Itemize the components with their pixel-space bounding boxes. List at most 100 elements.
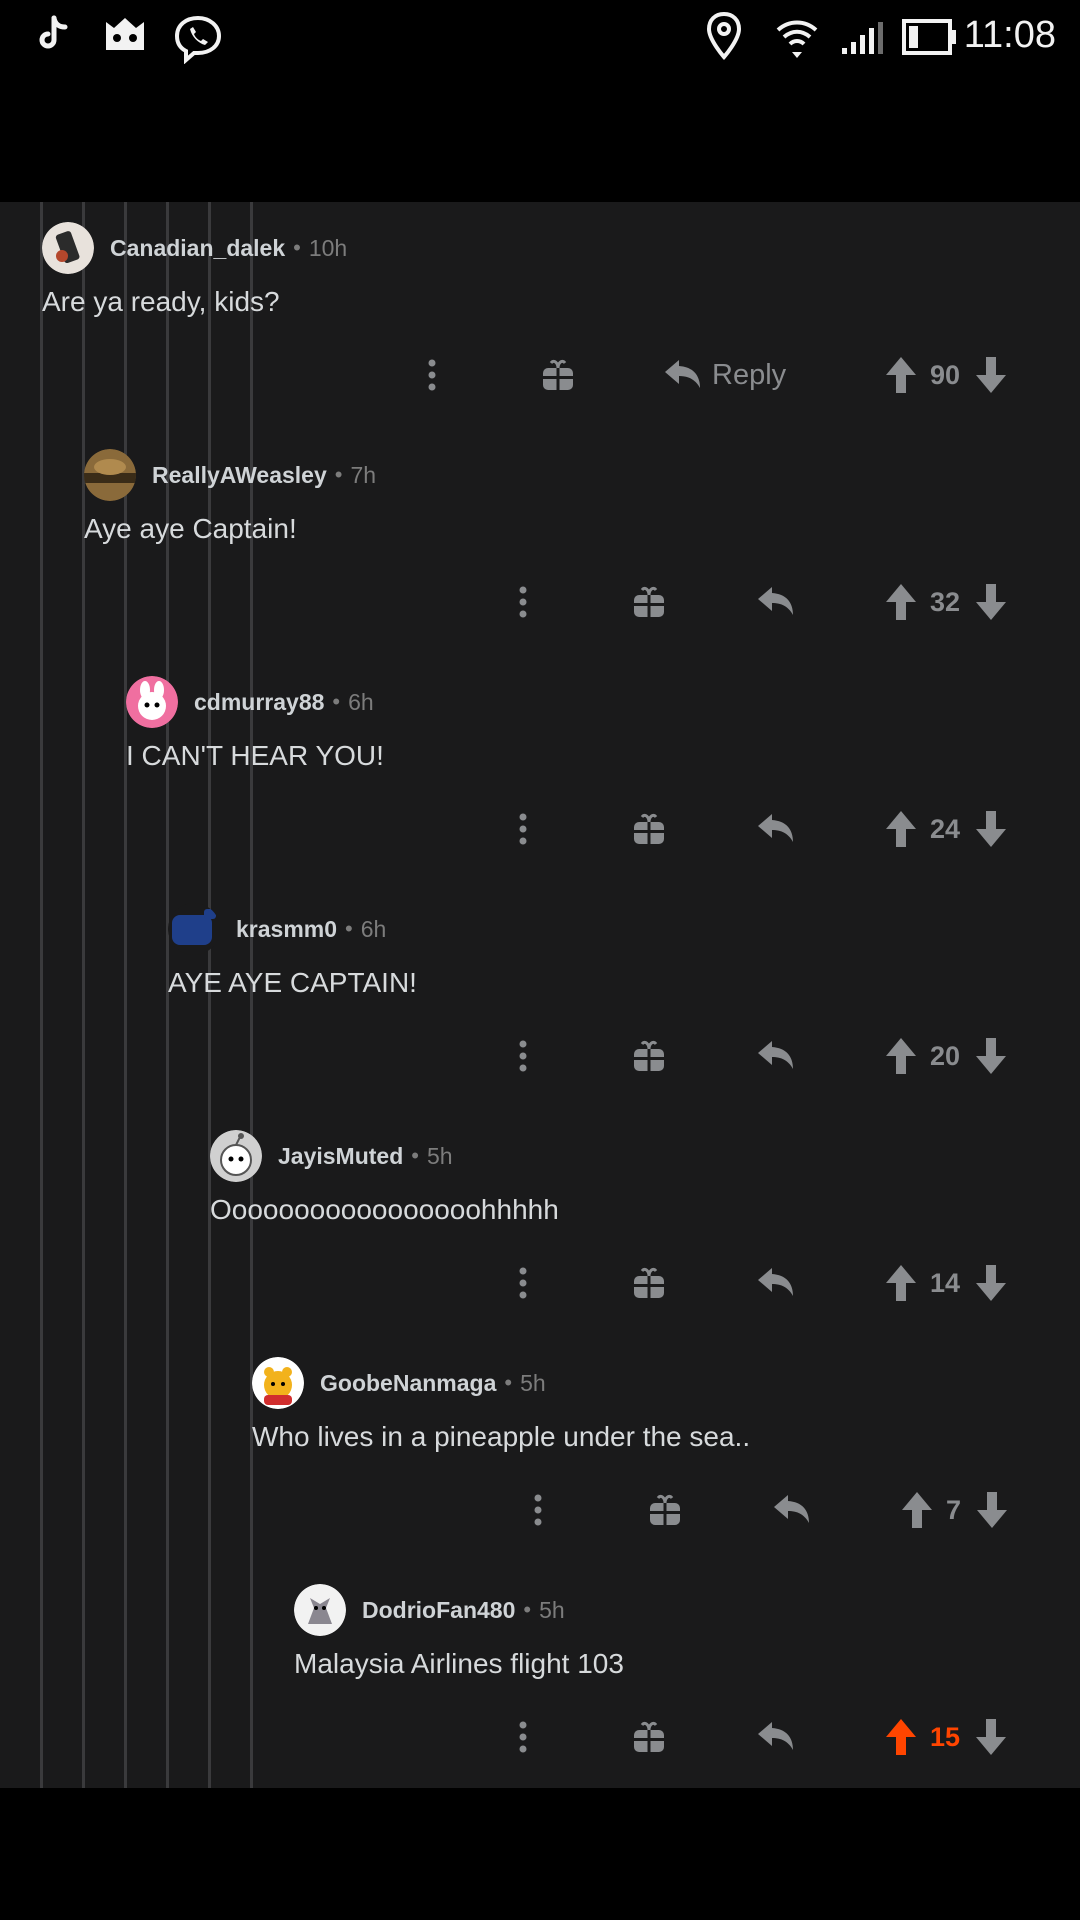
reply-icon[interactable]	[773, 1485, 811, 1535]
timestamp: 10h	[308, 234, 348, 261]
tiktok-icon	[36, 14, 70, 59]
comment-meta: ReallyAWeasley • 7h	[84, 449, 376, 501]
comment: Canadian_dalek • 10h Are ya ready, kids?…	[0, 202, 1080, 429]
upvote-arrow-icon[interactable]	[884, 1717, 918, 1757]
avatar[interactable]	[84, 449, 136, 501]
signal-icon	[840, 22, 886, 61]
vote-controls: 7	[900, 1485, 1009, 1535]
reply-button[interactable]: Reply	[664, 350, 786, 400]
comment-actions: 32	[0, 577, 1080, 627]
upvote-arrow-icon[interactable]	[900, 1490, 934, 1530]
downvote-arrow-icon[interactable]	[974, 582, 1008, 622]
downvote-arrow-icon[interactable]	[974, 1717, 1008, 1757]
comment: DodrioFan480 • 5h Malaysia Airlines flig…	[0, 1564, 1080, 1788]
comment-actions: 24	[0, 804, 1080, 854]
gift-icon[interactable]	[541, 350, 575, 400]
clock: 11:08	[963, 14, 1056, 56]
comment-meta: JayisMuted • 5h	[210, 1130, 453, 1182]
comment-actions: 14	[0, 1258, 1080, 1308]
vote-controls: 24	[884, 804, 1008, 854]
reply-icon[interactable]	[757, 804, 795, 854]
downvote-arrow-icon[interactable]	[974, 355, 1008, 395]
separator-dot: •	[293, 235, 301, 260]
upvote-arrow-icon[interactable]	[884, 1263, 918, 1303]
timestamp: 6h	[360, 915, 387, 942]
vote-count: 32	[930, 586, 961, 617]
comment-meta: GoobeNanmaga • 5h	[252, 1357, 546, 1409]
upvote-arrow-icon[interactable]	[884, 582, 918, 622]
separator-dot: •	[345, 916, 353, 941]
comment: ReallyAWeasley • 7h Aye aye Captain! 32	[0, 429, 1080, 656]
username[interactable]: GoobeNanmaga	[320, 1370, 496, 1397]
avatar[interactable]	[126, 676, 178, 728]
downvote-arrow-icon[interactable]	[974, 1036, 1008, 1076]
gift-icon[interactable]	[648, 1485, 682, 1535]
reply-icon[interactable]	[757, 1258, 795, 1308]
username[interactable]: ReallyAWeasley	[152, 462, 327, 489]
reply-icon[interactable]	[757, 577, 795, 627]
gift-icon[interactable]	[632, 1031, 666, 1081]
username[interactable]: cdmurray88	[194, 689, 324, 716]
username[interactable]: Canadian_dalek	[110, 235, 285, 262]
game-controller-icon	[100, 14, 150, 63]
more-options-icon[interactable]	[420, 350, 444, 400]
comment-meta: krasmm0 • 6h	[168, 903, 386, 955]
comment-body: AYE AYE CAPTAIN!	[168, 967, 417, 998]
vote-controls: 15	[884, 1712, 1008, 1762]
upvote-arrow-icon[interactable]	[884, 809, 918, 849]
vote-controls: 32	[884, 577, 1008, 627]
vote-count: 20	[930, 1040, 961, 1071]
separator-dot: •	[504, 1370, 513, 1395]
comment-body: I CAN'T HEAR YOU!	[126, 740, 384, 771]
comment: GoobeNanmaga • 5h Who lives in a pineapp…	[0, 1337, 1080, 1564]
avatar[interactable]	[210, 1130, 262, 1182]
downvote-arrow-icon[interactable]	[975, 1490, 1009, 1530]
upvote-arrow-icon[interactable]	[884, 1036, 918, 1076]
vote-controls: 20	[884, 1031, 1008, 1081]
username[interactable]: JayisMuted	[278, 1143, 403, 1170]
comment-thread: Canadian_dalek • 10h Are ya ready, kids?…	[0, 202, 1080, 1788]
vote-count: 15	[930, 1721, 961, 1752]
wifi-icon	[774, 14, 820, 65]
avatar[interactable]	[168, 903, 220, 955]
more-options-icon[interactable]	[526, 1485, 550, 1535]
username[interactable]: krasmm0	[236, 916, 337, 943]
comment-actions: 7	[0, 1485, 1080, 1535]
comment-actions: Reply 90	[0, 350, 1080, 400]
navigation-bar-area	[0, 1788, 1080, 1920]
vote-count: 24	[930, 813, 961, 844]
comment-meta: DodrioFan480 • 5h	[294, 1584, 565, 1636]
avatar[interactable]	[294, 1584, 346, 1636]
reply-icon[interactable]	[757, 1031, 795, 1081]
timestamp: 7h	[350, 461, 377, 488]
location-icon	[704, 10, 744, 67]
username[interactable]: DodrioFan480	[362, 1597, 515, 1624]
gift-icon[interactable]	[632, 1712, 666, 1762]
comment-actions: 20	[0, 1031, 1080, 1081]
more-options-icon[interactable]	[511, 804, 535, 854]
comment: JayisMuted • 5h Ooooooooooooooooohhhhh 1…	[0, 1110, 1080, 1337]
battery-icon	[902, 18, 958, 61]
timestamp: 5h	[520, 1369, 546, 1396]
vote-controls: 90	[884, 350, 1008, 400]
avatar[interactable]	[42, 222, 94, 274]
more-options-icon[interactable]	[511, 1712, 535, 1762]
separator-dot: •	[523, 1597, 532, 1622]
more-options-icon[interactable]	[511, 1258, 535, 1308]
gift-icon[interactable]	[632, 1258, 666, 1308]
more-options-icon[interactable]	[511, 1031, 535, 1081]
vote-count: 7	[946, 1494, 962, 1525]
downvote-arrow-icon[interactable]	[974, 809, 1008, 849]
avatar[interactable]	[252, 1357, 304, 1409]
gift-icon[interactable]	[632, 577, 666, 627]
reply-icon[interactable]	[757, 1712, 795, 1762]
upvote-arrow-icon[interactable]	[884, 355, 918, 395]
vote-count: 90	[930, 359, 961, 390]
comment-body: Malaysia Airlines flight 103	[294, 1648, 624, 1679]
timestamp: 5h	[539, 1596, 565, 1623]
downvote-arrow-icon[interactable]	[974, 1263, 1008, 1303]
viber-icon	[172, 14, 224, 69]
more-options-icon[interactable]	[511, 577, 535, 627]
comment-body: Are ya ready, kids?	[42, 286, 280, 317]
gift-icon[interactable]	[632, 804, 666, 854]
